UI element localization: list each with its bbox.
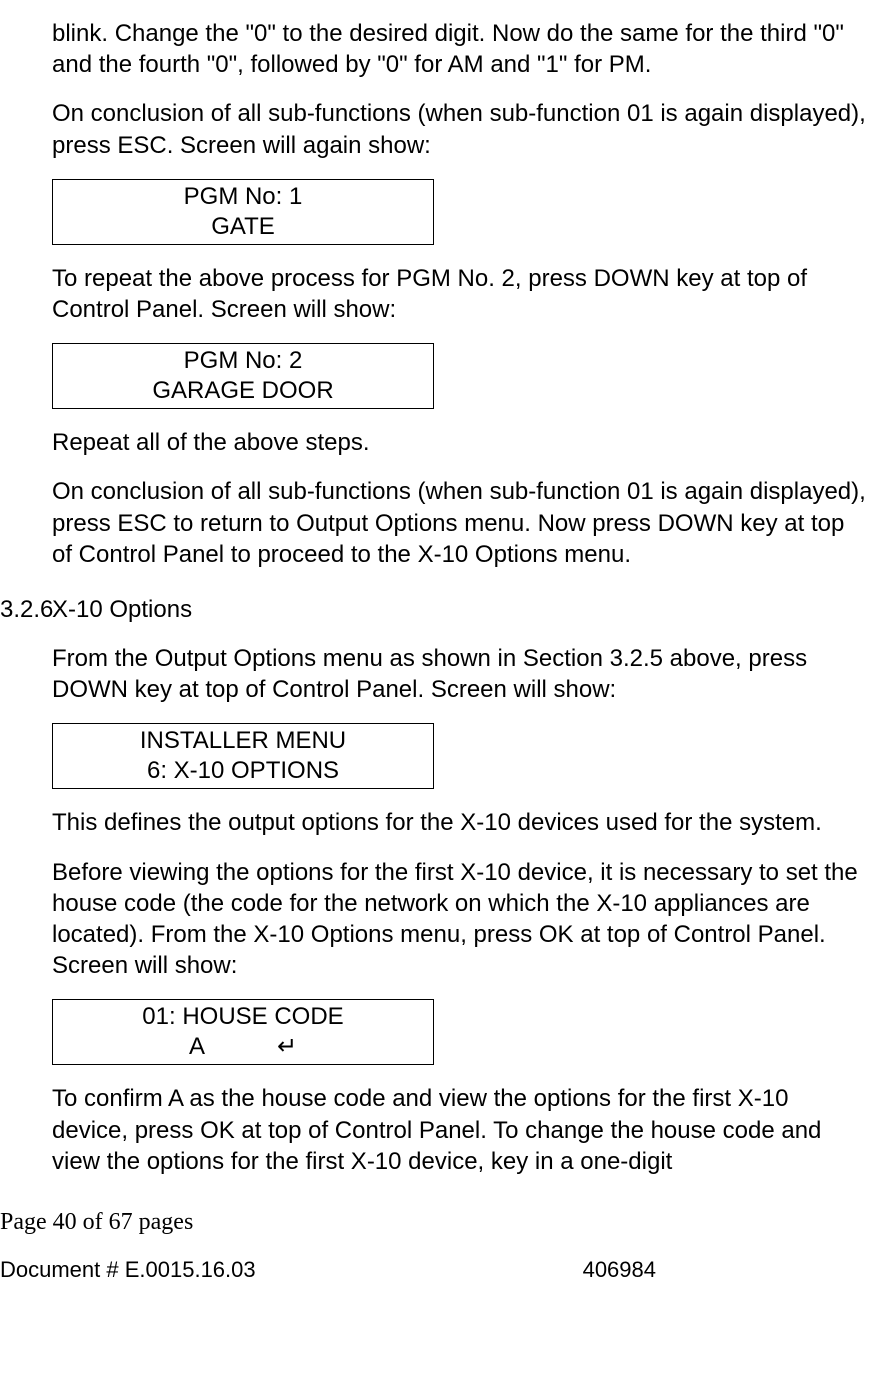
screen-line2: GATE (53, 212, 433, 242)
paragraph: From the Output Options menu as shown in… (52, 643, 866, 705)
page-number: Page 40 of 67 pages (0, 1207, 866, 1238)
section-title: X-10 Options (52, 596, 192, 623)
document-number: Document # E.0015.16.03 (0, 1256, 256, 1285)
screen-line1: PGM No: 1 (184, 183, 303, 210)
paragraph: Repeat all of the above steps. (52, 427, 866, 458)
screen-line2: GARAGE DOOR (53, 376, 433, 406)
section-heading: 3.2.6X-10 Options (52, 594, 866, 625)
screen-line2: A ↵ (53, 1032, 433, 1062)
document-footer: Document # E.0015.16.03 406984 (0, 1256, 866, 1285)
section-number: 3.2.6 (0, 594, 52, 625)
screen-line1: 01: HOUSE CODE (142, 1003, 343, 1030)
lcd-screen-display: 01: HOUSE CODE A ↵ (52, 999, 434, 1065)
paragraph: On conclusion of all sub-functions (when… (52, 476, 866, 570)
screen-line2: 6: X-10 OPTIONS (53, 756, 433, 786)
lcd-screen-display: INSTALLER MENU 6: X-10 OPTIONS (52, 723, 434, 789)
lcd-screen-display: PGM No: 1 GATE (52, 179, 434, 245)
paragraph: On conclusion of all sub-functions (when… (52, 98, 866, 160)
document-code: 406984 (583, 1256, 656, 1285)
screen-line1: PGM No: 2 (184, 347, 303, 374)
paragraph: To repeat the above process for PGM No. … (52, 263, 866, 325)
paragraph: To confirm A as the house code and view … (52, 1083, 866, 1177)
paragraph: blink. Change the "0" to the desired dig… (52, 18, 866, 80)
paragraph: Before viewing the options for the first… (52, 857, 866, 982)
screen-line1: INSTALLER MENU (140, 727, 346, 754)
lcd-screen-display: PGM No: 2 GARAGE DOOR (52, 343, 434, 409)
paragraph: This defines the output options for the … (52, 807, 866, 838)
